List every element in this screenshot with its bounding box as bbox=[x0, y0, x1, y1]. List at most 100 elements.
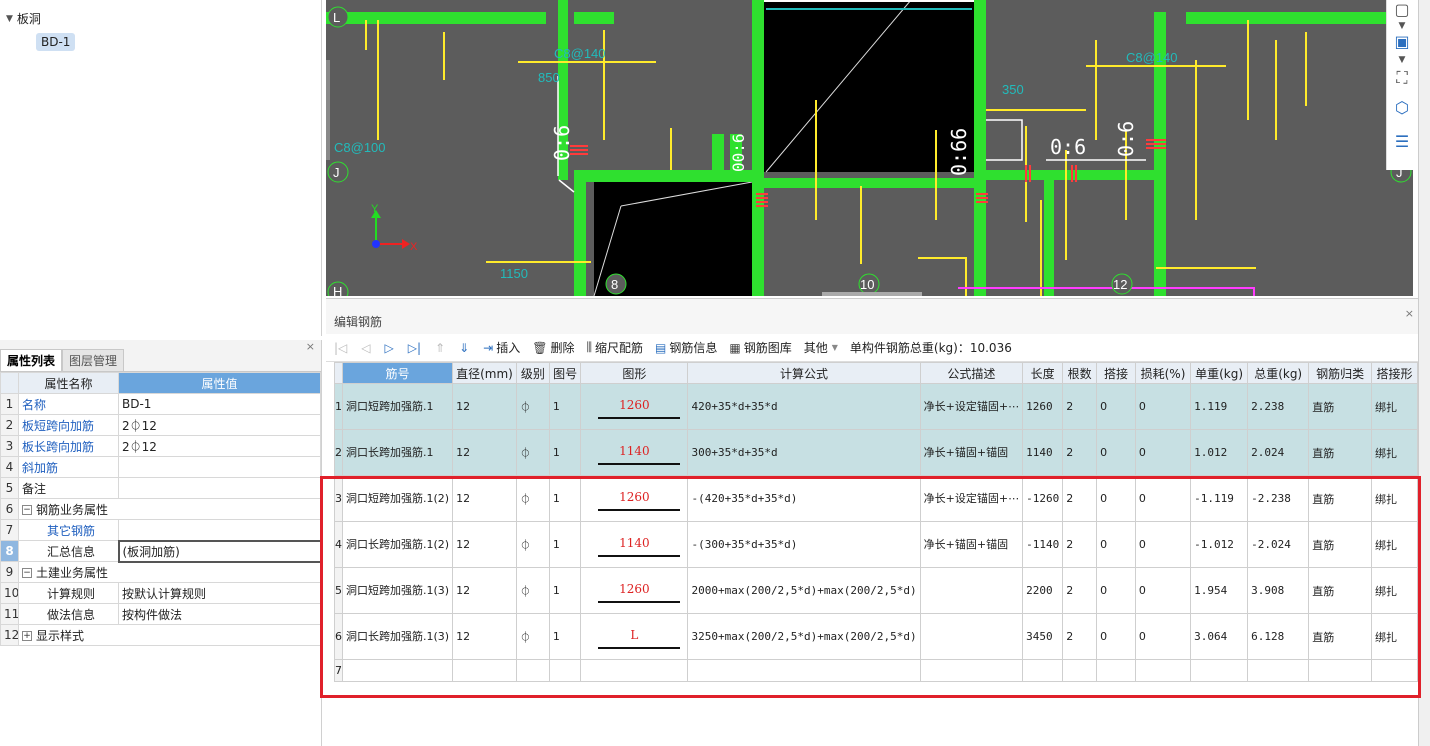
column-header[interactable]: 级别 bbox=[515, 362, 550, 384]
column-header[interactable]: 搭接 bbox=[1096, 362, 1136, 384]
rebar-cell-loss[interactable]: 0 bbox=[1134, 475, 1192, 522]
rebar-shape-cell[interactable]: L bbox=[580, 613, 689, 660]
rebar-cell-cat[interactable]: 直筋 bbox=[1308, 613, 1373, 660]
rebar-cell-dia[interactable]: 12 bbox=[452, 475, 517, 522]
property-value[interactable] bbox=[118, 477, 321, 499]
rebar-cell-lap[interactable]: 0 bbox=[1096, 567, 1136, 614]
rebar-cell-join[interactable]: 绑扎 bbox=[1371, 521, 1418, 568]
rebar-cell-total[interactable]: 2.238 bbox=[1247, 383, 1310, 430]
rebar-cell-join[interactable]: 绑扎 bbox=[1371, 567, 1418, 614]
empty-cell[interactable] bbox=[1190, 659, 1249, 682]
property-value[interactable] bbox=[118, 456, 321, 478]
rebar-cell-lap[interactable]: 0 bbox=[1096, 613, 1136, 660]
empty-cell[interactable] bbox=[1022, 659, 1064, 682]
first-record-icon[interactable]: |◁ bbox=[334, 341, 347, 355]
column-header[interactable]: 图形 bbox=[580, 362, 689, 384]
property-row[interactable]: 5 备注 bbox=[0, 477, 321, 499]
property-value[interactable]: BD-1 bbox=[118, 393, 321, 415]
rebar-library-button[interactable]: ▦ 钢筋图库 bbox=[729, 339, 791, 356]
rebar-row[interactable]: 1 洞口短跨加强筋.1 12 ⏀ 1 1260 420+35*d+35*d 净长+设定锚固+⋯… bbox=[334, 383, 1418, 430]
rebar-shape-cell[interactable]: 1260 bbox=[580, 567, 689, 614]
rebar-row[interactable]: 3 洞口短跨加强筋.1(2) 12 ⏀ 1 1260 -(420+35*d+35*d) 净长+… bbox=[334, 475, 1418, 522]
rebar-cell-grade[interactable]: ⏀ bbox=[515, 475, 550, 522]
property-value[interactable]: 2⏀12 bbox=[118, 435, 321, 457]
property-value[interactable]: 按默认计算规则 bbox=[118, 582, 321, 604]
rebar-cell-formula[interactable]: 3250+max(200/2,5*d)+max(200/2,5*d) bbox=[687, 613, 921, 660]
empty-cell[interactable] bbox=[548, 659, 582, 682]
column-header[interactable]: 计算公式 bbox=[687, 362, 921, 384]
other-dropdown[interactable]: 其他 ▼ bbox=[804, 339, 838, 356]
rebar-cell-desc[interactable]: 净长+设定锚固+⋯ bbox=[919, 383, 1024, 430]
empty-cell[interactable] bbox=[1062, 659, 1098, 682]
property-row[interactable]: 10 计算规则 按默认计算规则 bbox=[0, 582, 321, 604]
rebar-cell-cat[interactable]: 直筋 bbox=[1308, 567, 1373, 614]
rebar-row[interactable]: 2 洞口长跨加强筋.1 12 ⏀ 1 1140 300+35*d+35*d 净长+锚固+锚固 1… bbox=[334, 429, 1418, 476]
rebar-cell-len[interactable]: 1260 bbox=[1022, 383, 1064, 430]
rebar-empty-row[interactable]: 7 bbox=[334, 659, 1418, 682]
rebar-cell-fig[interactable]: 1 bbox=[548, 475, 582, 522]
rebar-cell-grade[interactable]: ⏀ bbox=[515, 521, 550, 568]
rebar-cell-total[interactable]: 6.128 bbox=[1247, 613, 1310, 660]
property-group-row[interactable]: 9 − 土建业务属性 bbox=[0, 561, 321, 583]
rebar-cell-loss[interactable]: 0 bbox=[1134, 521, 1192, 568]
property-value[interactable]: 2⏀12 bbox=[118, 414, 321, 436]
rebar-cell-unit[interactable]: 3.064 bbox=[1190, 613, 1249, 660]
rebar-cell-dia[interactable]: 12 bbox=[452, 567, 517, 614]
collapse-icon[interactable]: − bbox=[22, 568, 32, 579]
rebar-cell-cnt[interactable]: 2 bbox=[1062, 429, 1098, 476]
rebar-cell-desc[interactable]: 净长+锚固+锚固 bbox=[919, 429, 1024, 476]
rebar-cell-cat[interactable]: 直筋 bbox=[1308, 429, 1373, 476]
close-icon[interactable]: × bbox=[306, 340, 315, 353]
column-header[interactable]: 钢筋归类 bbox=[1308, 362, 1373, 384]
rebar-cell-dia[interactable]: 12 bbox=[452, 613, 517, 660]
rebar-cell-desc[interactable] bbox=[919, 613, 1024, 660]
rebar-cell-desc[interactable] bbox=[919, 567, 1024, 614]
rebar-cell-cat[interactable]: 直筋 bbox=[1308, 475, 1373, 522]
rebar-cell-fig[interactable]: 1 bbox=[548, 383, 582, 430]
empty-cell[interactable] bbox=[1096, 659, 1136, 682]
rebar-cell-join[interactable]: 绑扎 bbox=[1371, 429, 1418, 476]
collapse-icon[interactable]: − bbox=[22, 505, 32, 515]
rebar-cell-name[interactable]: 洞口短跨加强筋.1(2) bbox=[341, 475, 454, 522]
rebar-cell-loss[interactable]: 0 bbox=[1134, 429, 1192, 476]
rebar-cell-unit[interactable]: -1.119 bbox=[1190, 475, 1249, 522]
empty-cell[interactable] bbox=[452, 659, 517, 682]
empty-cell[interactable] bbox=[515, 659, 550, 682]
rebar-cell-name[interactable]: 洞口长跨加强筋.1(2) bbox=[341, 521, 454, 568]
rebar-shape-cell[interactable]: 1140 bbox=[580, 521, 689, 568]
rebar-cell-formula[interactable]: -(420+35*d+35*d) bbox=[687, 475, 921, 522]
rebar-cell-fig[interactable]: 1 bbox=[548, 429, 582, 476]
cube-icon[interactable]: ▣ bbox=[1392, 32, 1412, 52]
rebar-cell-fig[interactable]: 1 bbox=[548, 521, 582, 568]
chevron-down-icon[interactable]: ▼ bbox=[1392, 50, 1412, 70]
rebar-cell-dia[interactable]: 12 bbox=[452, 429, 517, 476]
empty-cell[interactable] bbox=[580, 659, 689, 682]
rebar-cell-desc[interactable]: 净长+锚固+锚固 bbox=[919, 521, 1024, 568]
right-scroll-strip[interactable] bbox=[1418, 0, 1430, 746]
rebar-cell-formula[interactable]: 420+35*d+35*d bbox=[687, 383, 921, 430]
rebar-cell-grade[interactable]: ⏀ bbox=[515, 613, 550, 660]
property-row[interactable]: 7 其它钢筋 bbox=[0, 519, 321, 541]
rebar-cell-name[interactable]: 洞口长跨加强筋.1(3) bbox=[341, 613, 454, 660]
delete-button[interactable]: 🗑 删除 bbox=[532, 339, 574, 356]
rebar-cell-len[interactable]: 1140 bbox=[1022, 429, 1064, 476]
column-header[interactable]: 总重(kg) bbox=[1247, 362, 1310, 384]
rebar-cell-total[interactable]: 3.908 bbox=[1247, 567, 1310, 614]
property-group-row[interactable]: 6 − 钢筋业务属性 bbox=[0, 498, 321, 520]
rebar-info-button[interactable]: ▤ 钢筋信息 bbox=[655, 339, 717, 356]
rebar-cell-name[interactable]: 洞口短跨加强筋.1 bbox=[341, 383, 454, 430]
insert-button[interactable]: ⇥ 插入 bbox=[483, 339, 520, 356]
rebar-shape-cell[interactable]: 1260 bbox=[580, 383, 689, 430]
column-header[interactable]: 根数 bbox=[1062, 362, 1098, 384]
last-record-icon[interactable]: ▷| bbox=[408, 341, 421, 355]
move-down-icon[interactable]: ⇓ bbox=[459, 341, 469, 355]
property-value-editor[interactable]: (板洞加筋) bbox=[117, 539, 322, 563]
rebar-cell-cnt[interactable]: 2 bbox=[1062, 475, 1098, 522]
cad-viewport[interactable]: L J H J 8 10 12 0:6 0:66 0:6 0:6 00:6 85… bbox=[326, 0, 1413, 296]
rebar-cell-desc[interactable]: 净长+设定锚固+⋯ bbox=[919, 475, 1024, 522]
column-header[interactable]: 长度 bbox=[1022, 362, 1064, 384]
property-row[interactable]: 4 斜加筋 bbox=[0, 456, 321, 478]
rebar-row[interactable]: 6 洞口长跨加强筋.1(3) 12 ⏀ 1 L 3250+max(200/2,5*d)+ma… bbox=[334, 613, 1418, 660]
tab-layer-manage[interactable]: 图层管理 bbox=[62, 349, 125, 371]
prev-record-icon[interactable]: ◁ bbox=[361, 341, 370, 355]
